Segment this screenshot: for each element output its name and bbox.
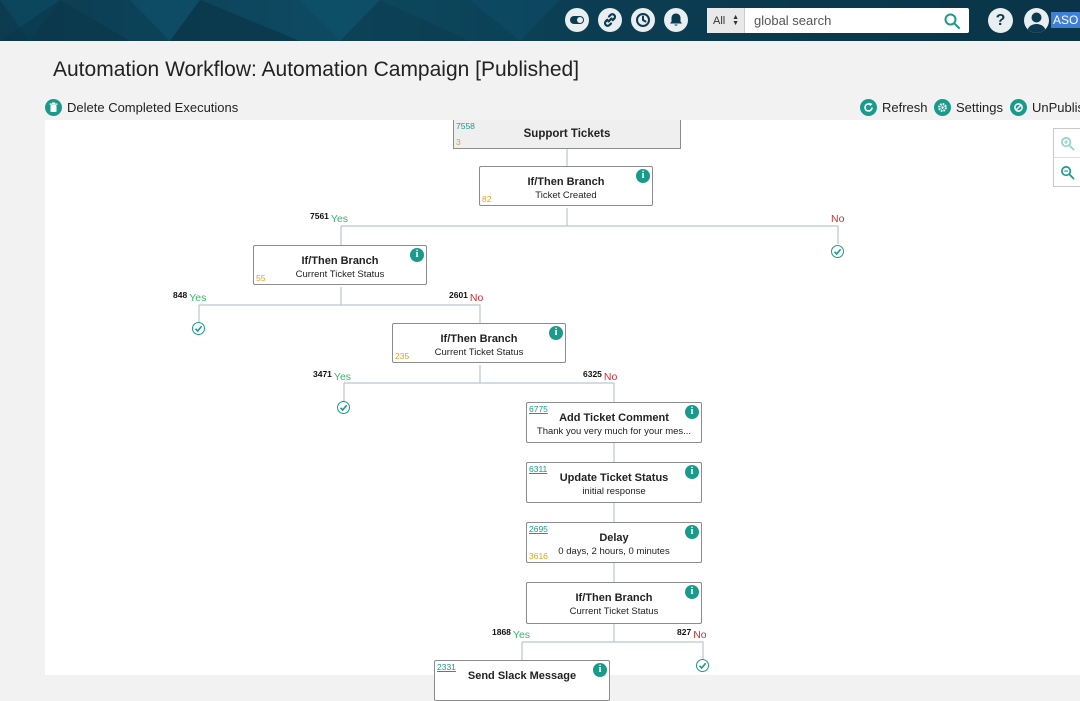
node-count-queued[interactable]: 82 — [482, 194, 491, 204]
node-title: Update Ticket Status — [559, 472, 669, 484]
node-count-completed[interactable]: 6311 — [529, 464, 547, 474]
branch-count[interactable]: 7561 — [310, 211, 329, 221]
node-title: If/Then Branch — [527, 176, 605, 188]
node-title: If/Then Branch — [440, 333, 518, 345]
branch-count[interactable]: 1868 — [492, 627, 511, 637]
workflow-node-update-ticket-status[interactable]: 6311 Update Ticket Status initial respon… — [526, 462, 702, 503]
info-icon[interactable]: i — [685, 465, 699, 479]
branch-count[interactable]: 6325 — [583, 369, 602, 379]
node-subtitle: initial response — [582, 486, 646, 497]
branch-label-yes: 3471 Yes — [313, 369, 351, 383]
workflow-node-add-ticket-comment[interactable]: 6775 Add Ticket Comment Thank you very m… — [526, 402, 702, 443]
branch-count[interactable]: 848 — [173, 290, 187, 300]
node-title: If/Then Branch — [575, 592, 653, 604]
branch-label-no: 2601 No — [449, 290, 483, 304]
branch-yes-text: Yes — [330, 213, 349, 225]
branch-yes-text: Yes — [333, 371, 352, 383]
info-icon[interactable]: i — [636, 169, 650, 183]
workflow-node-delay[interactable]: 2695 Delay 0 days, 2 hours, 0 minutes 36… — [526, 522, 702, 563]
node-title: If/Then Branch — [301, 255, 379, 267]
end-check-icon — [337, 401, 350, 414]
workflow-node-ticket-created-branch[interactable]: If/Then Branch Ticket Created 82 i — [479, 166, 653, 206]
branch-no-text: No — [831, 213, 845, 225]
node-title: Add Ticket Comment — [559, 412, 669, 424]
workflow-node-status-branch-1[interactable]: If/Then Branch Current Ticket Status 55 … — [253, 245, 427, 285]
info-icon[interactable]: i — [549, 326, 563, 340]
node-title: Delay — [599, 532, 629, 544]
branch-count[interactable]: 827 — [677, 627, 691, 637]
node-count-queued[interactable]: 235 — [395, 351, 409, 361]
branch-label-no: No — [831, 213, 844, 225]
info-icon[interactable]: i — [410, 248, 424, 262]
branch-count[interactable]: 2601 — [449, 290, 468, 300]
node-count-completed[interactable]: 2331 — [437, 662, 456, 672]
trigger-count-queued[interactable]: 3 — [456, 137, 461, 147]
trigger-title: Support Tickets — [523, 128, 611, 140]
branch-no-text: No — [693, 629, 707, 641]
node-subtitle: Ticket Created — [535, 190, 597, 201]
end-check-icon — [696, 659, 709, 672]
node-subtitle: Current Ticket Status — [569, 606, 659, 617]
zoom-controls — [1053, 128, 1080, 187]
branch-label-yes: 848 Yes — [173, 290, 206, 304]
branch-label-yes: 7561 Yes — [310, 211, 348, 225]
branch-yes-text: Yes — [512, 629, 531, 641]
branch-label-no: 827 No — [677, 627, 707, 641]
workflow-node-status-branch-3[interactable]: If/Then Branch Current Ticket Status i — [526, 582, 702, 624]
workflow-node-send-slack-message[interactable]: 2331 Send Slack Message i — [434, 660, 610, 701]
branch-count[interactable]: 3471 — [313, 369, 332, 379]
node-title: Send Slack Message — [467, 670, 577, 682]
node-subtitle: Thank you very much for your mes... — [536, 426, 692, 437]
node-count-completed[interactable]: 2695 — [529, 524, 548, 534]
node-subtitle: Current Ticket Status — [295, 269, 385, 280]
branch-no-text: No — [603, 371, 618, 383]
end-check-icon — [192, 322, 205, 335]
info-icon[interactable]: i — [685, 585, 699, 599]
workflow-node-status-branch-2[interactable]: If/Then Branch Current Ticket Status 235… — [392, 323, 566, 363]
branch-yes-text: Yes — [189, 292, 207, 304]
node-subtitle: 0 days, 2 hours, 0 minutes — [558, 546, 670, 557]
node-count-completed[interactable]: 6775 — [529, 404, 548, 414]
end-check-icon — [831, 245, 844, 258]
trigger-count-completed[interactable]: 7558 — [456, 121, 475, 131]
node-count-queued[interactable]: 55 — [256, 273, 265, 283]
node-count-queued[interactable]: 3616 — [529, 551, 548, 561]
trigger-node[interactable]: 7558 Support Tickets 3 — [453, 120, 681, 149]
info-icon[interactable]: i — [685, 525, 699, 539]
info-icon[interactable]: i — [685, 405, 699, 419]
branch-label-no: 6325 No — [583, 369, 617, 383]
zoom-in-icon[interactable] — [1054, 129, 1080, 157]
node-subtitle: Current Ticket Status — [434, 347, 524, 358]
zoom-out-icon[interactable] — [1054, 157, 1080, 186]
branch-label-yes: 1868 Yes — [492, 627, 530, 641]
branch-no-text: No — [469, 292, 484, 304]
